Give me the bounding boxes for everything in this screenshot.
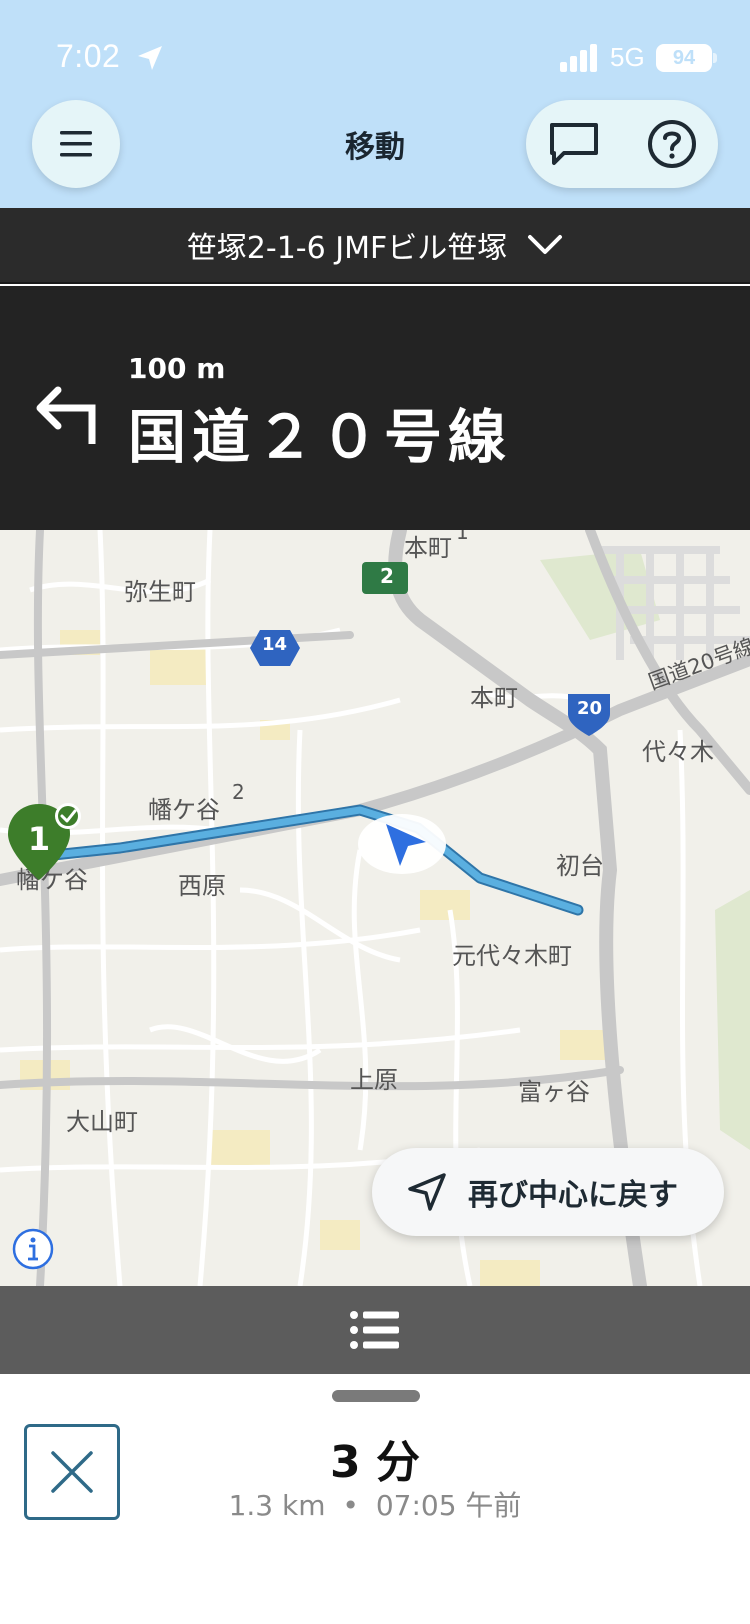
navigation-arrow-icon — [408, 1173, 446, 1211]
separator-dot: • — [342, 1489, 359, 1522]
app-screen: 7:02 5G 94 移動 笹塚2-1-6 JMFビル笹塚 100 m 国道２０… — [0, 0, 750, 1624]
help-icon — [648, 120, 696, 168]
header: 7:02 5G 94 移動 — [0, 0, 750, 208]
recenter-label: 再び中心に戻す — [468, 1178, 678, 1213]
chat-button[interactable] — [544, 114, 604, 174]
chat-icon — [550, 123, 598, 165]
route-2-number: 2 — [380, 564, 394, 588]
trip-summary-sheet: 3 分 1.3 km • 07:05 午前 — [0, 1374, 750, 1624]
list-icon — [350, 1311, 399, 1349]
map-label-honmachi-top-number: 1 — [456, 530, 469, 544]
map-label-tomigaya: 富ヶ谷 — [518, 1078, 590, 1106]
trip-distance: 1.3 km — [228, 1489, 326, 1522]
directions-list-toggle[interactable] — [0, 1286, 750, 1374]
current-location-arrow-icon — [358, 814, 446, 874]
map-label-uehara: 上原 — [350, 1066, 398, 1094]
route-20-number: 20 — [577, 698, 603, 719]
turn-road-name: 国道２０号線 — [128, 403, 513, 471]
map-label-hatagaya-2-number: 2 — [232, 780, 245, 804]
map-label-yayoicho: 弥生町 — [124, 578, 196, 606]
map-view[interactable]: 本町 1 弥生町 2 14 本町 20 国道20号線 代々木 幡ケ谷 2 幡ケ谷… — [0, 530, 750, 1286]
map-label-honmachi: 本町 — [470, 684, 518, 712]
battery-tip — [713, 53, 717, 63]
destination-selector[interactable]: 笹塚2-1-6 JMFビル笹塚 — [0, 208, 750, 284]
stop-number: 1 — [27, 820, 51, 858]
network-type: 5G — [610, 42, 645, 72]
destination-address: 笹塚2-1-6 JMFビル笹塚 — [186, 231, 508, 266]
map-label-nishihara: 西原 — [178, 872, 226, 900]
help-button[interactable] — [642, 114, 702, 174]
map-label-motoyoyogicho: 元代々木町 — [452, 942, 572, 970]
map-label-oyamacho: 大山町 — [66, 1108, 138, 1136]
eta-duration: 3 分 — [330, 1437, 420, 1488]
eta-details: 1.3 km • 07:05 午前 — [0, 1484, 750, 1524]
map-label-honmachi-top: 本町 — [404, 534, 452, 562]
chevron-down-icon — [528, 235, 563, 254]
arrival-time: 07:05 午前 — [375, 1489, 522, 1522]
info-icon[interactable] — [12, 1228, 54, 1270]
route-14-number: 14 — [262, 634, 288, 655]
map-label-hatsudai: 初台 — [556, 852, 604, 880]
turn-instruction-panel: 100 m 国道２０号線 — [0, 286, 750, 530]
turn-left-icon — [36, 386, 96, 444]
header-actions — [526, 100, 718, 188]
sheet-handle[interactable] — [332, 1390, 420, 1402]
location-arrow-icon — [138, 46, 162, 70]
signal-icon — [560, 44, 597, 72]
battery-level: 94 — [656, 44, 712, 72]
status-time: 7:02 — [56, 38, 121, 74]
map-label-yoyogi: 代々木 — [642, 738, 714, 766]
turn-distance: 100 m — [128, 352, 226, 385]
recenter-button[interactable]: 再び中心に戻す — [372, 1148, 724, 1236]
map-label-hatagaya-2: 幡ケ谷 — [148, 796, 220, 824]
